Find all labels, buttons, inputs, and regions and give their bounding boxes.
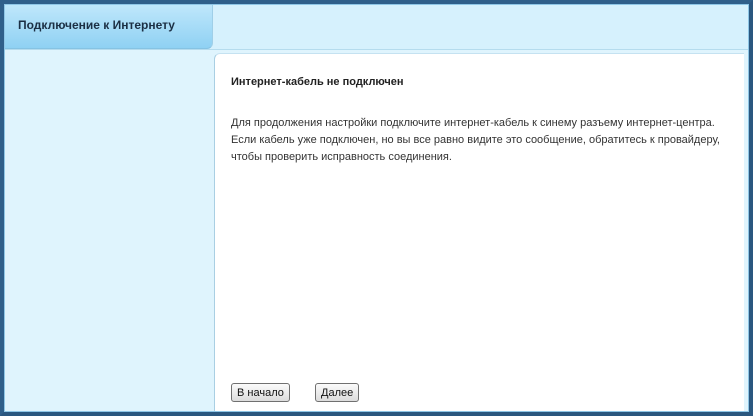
page-title: Подключение к Интернету <box>18 18 175 32</box>
content-message: Для продолжения настройки подключите инт… <box>231 117 720 163</box>
home-button[interactable]: В начало <box>231 383 290 402</box>
next-button[interactable]: Далее <box>315 383 360 402</box>
window-inner-border: Подключение к Интернету Интернет-кабель … <box>4 4 749 412</box>
content-heading: Интернет-кабель не подключен <box>231 76 404 88</box>
content-panel: Интернет-кабель не подключен Для продолж… <box>214 53 744 411</box>
wizard-window: Подключение к Интернету Интернет-кабель … <box>0 0 753 416</box>
sidebar <box>5 50 213 411</box>
page-title-tab: Подключение к Интернету <box>5 5 213 49</box>
